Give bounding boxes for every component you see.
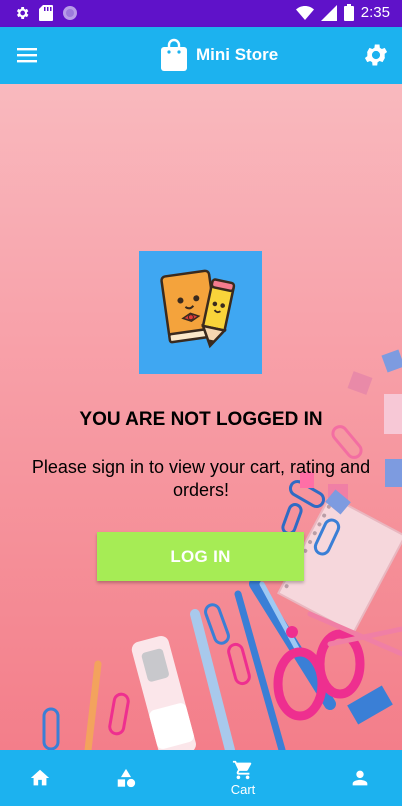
profile-icon [352,770,368,785]
nav-item-cart[interactable]: Cart [203,750,283,806]
cart-icon [232,760,252,780]
mascot-logo-image [139,251,262,374]
gear-icon [16,7,29,19]
wifi-icon [295,5,314,20]
categories-icon [117,768,136,787]
battery-icon [343,4,354,21]
not-logged-in-heading: YOU ARE NOT LOGGED IN [79,409,323,430]
status-bar: 2:35 [0,0,402,27]
app-title: Mini Store [196,45,279,64]
shopping-bag-icon [161,38,187,71]
settings-gear-icon[interactable] [362,41,390,69]
signal-icon [320,4,337,21]
app-bar: Mini Store [0,27,402,84]
nav-item-home[interactable] [0,750,80,806]
menu-icon[interactable] [14,42,40,68]
main-content: YOU ARE NOT LOGGED IN Please sign in to … [0,84,402,750]
status-time: 2:35 [360,4,390,21]
bottom-navigation: Cart [0,750,402,806]
nav-item-categories[interactable] [86,750,166,806]
nav-item-profile[interactable] [320,750,400,806]
sign-in-message: Please sign in to view your cart, rating… [31,457,371,500]
login-button[interactable]: LOG IN [97,532,304,581]
app-brand: Mini Store [160,38,278,72]
circle-icon [63,6,77,20]
book-pencil-mascot-icon [160,269,236,349]
home-icon [30,769,50,785]
nav-label-cart: Cart [230,782,256,797]
sd-card-icon [39,5,53,21]
